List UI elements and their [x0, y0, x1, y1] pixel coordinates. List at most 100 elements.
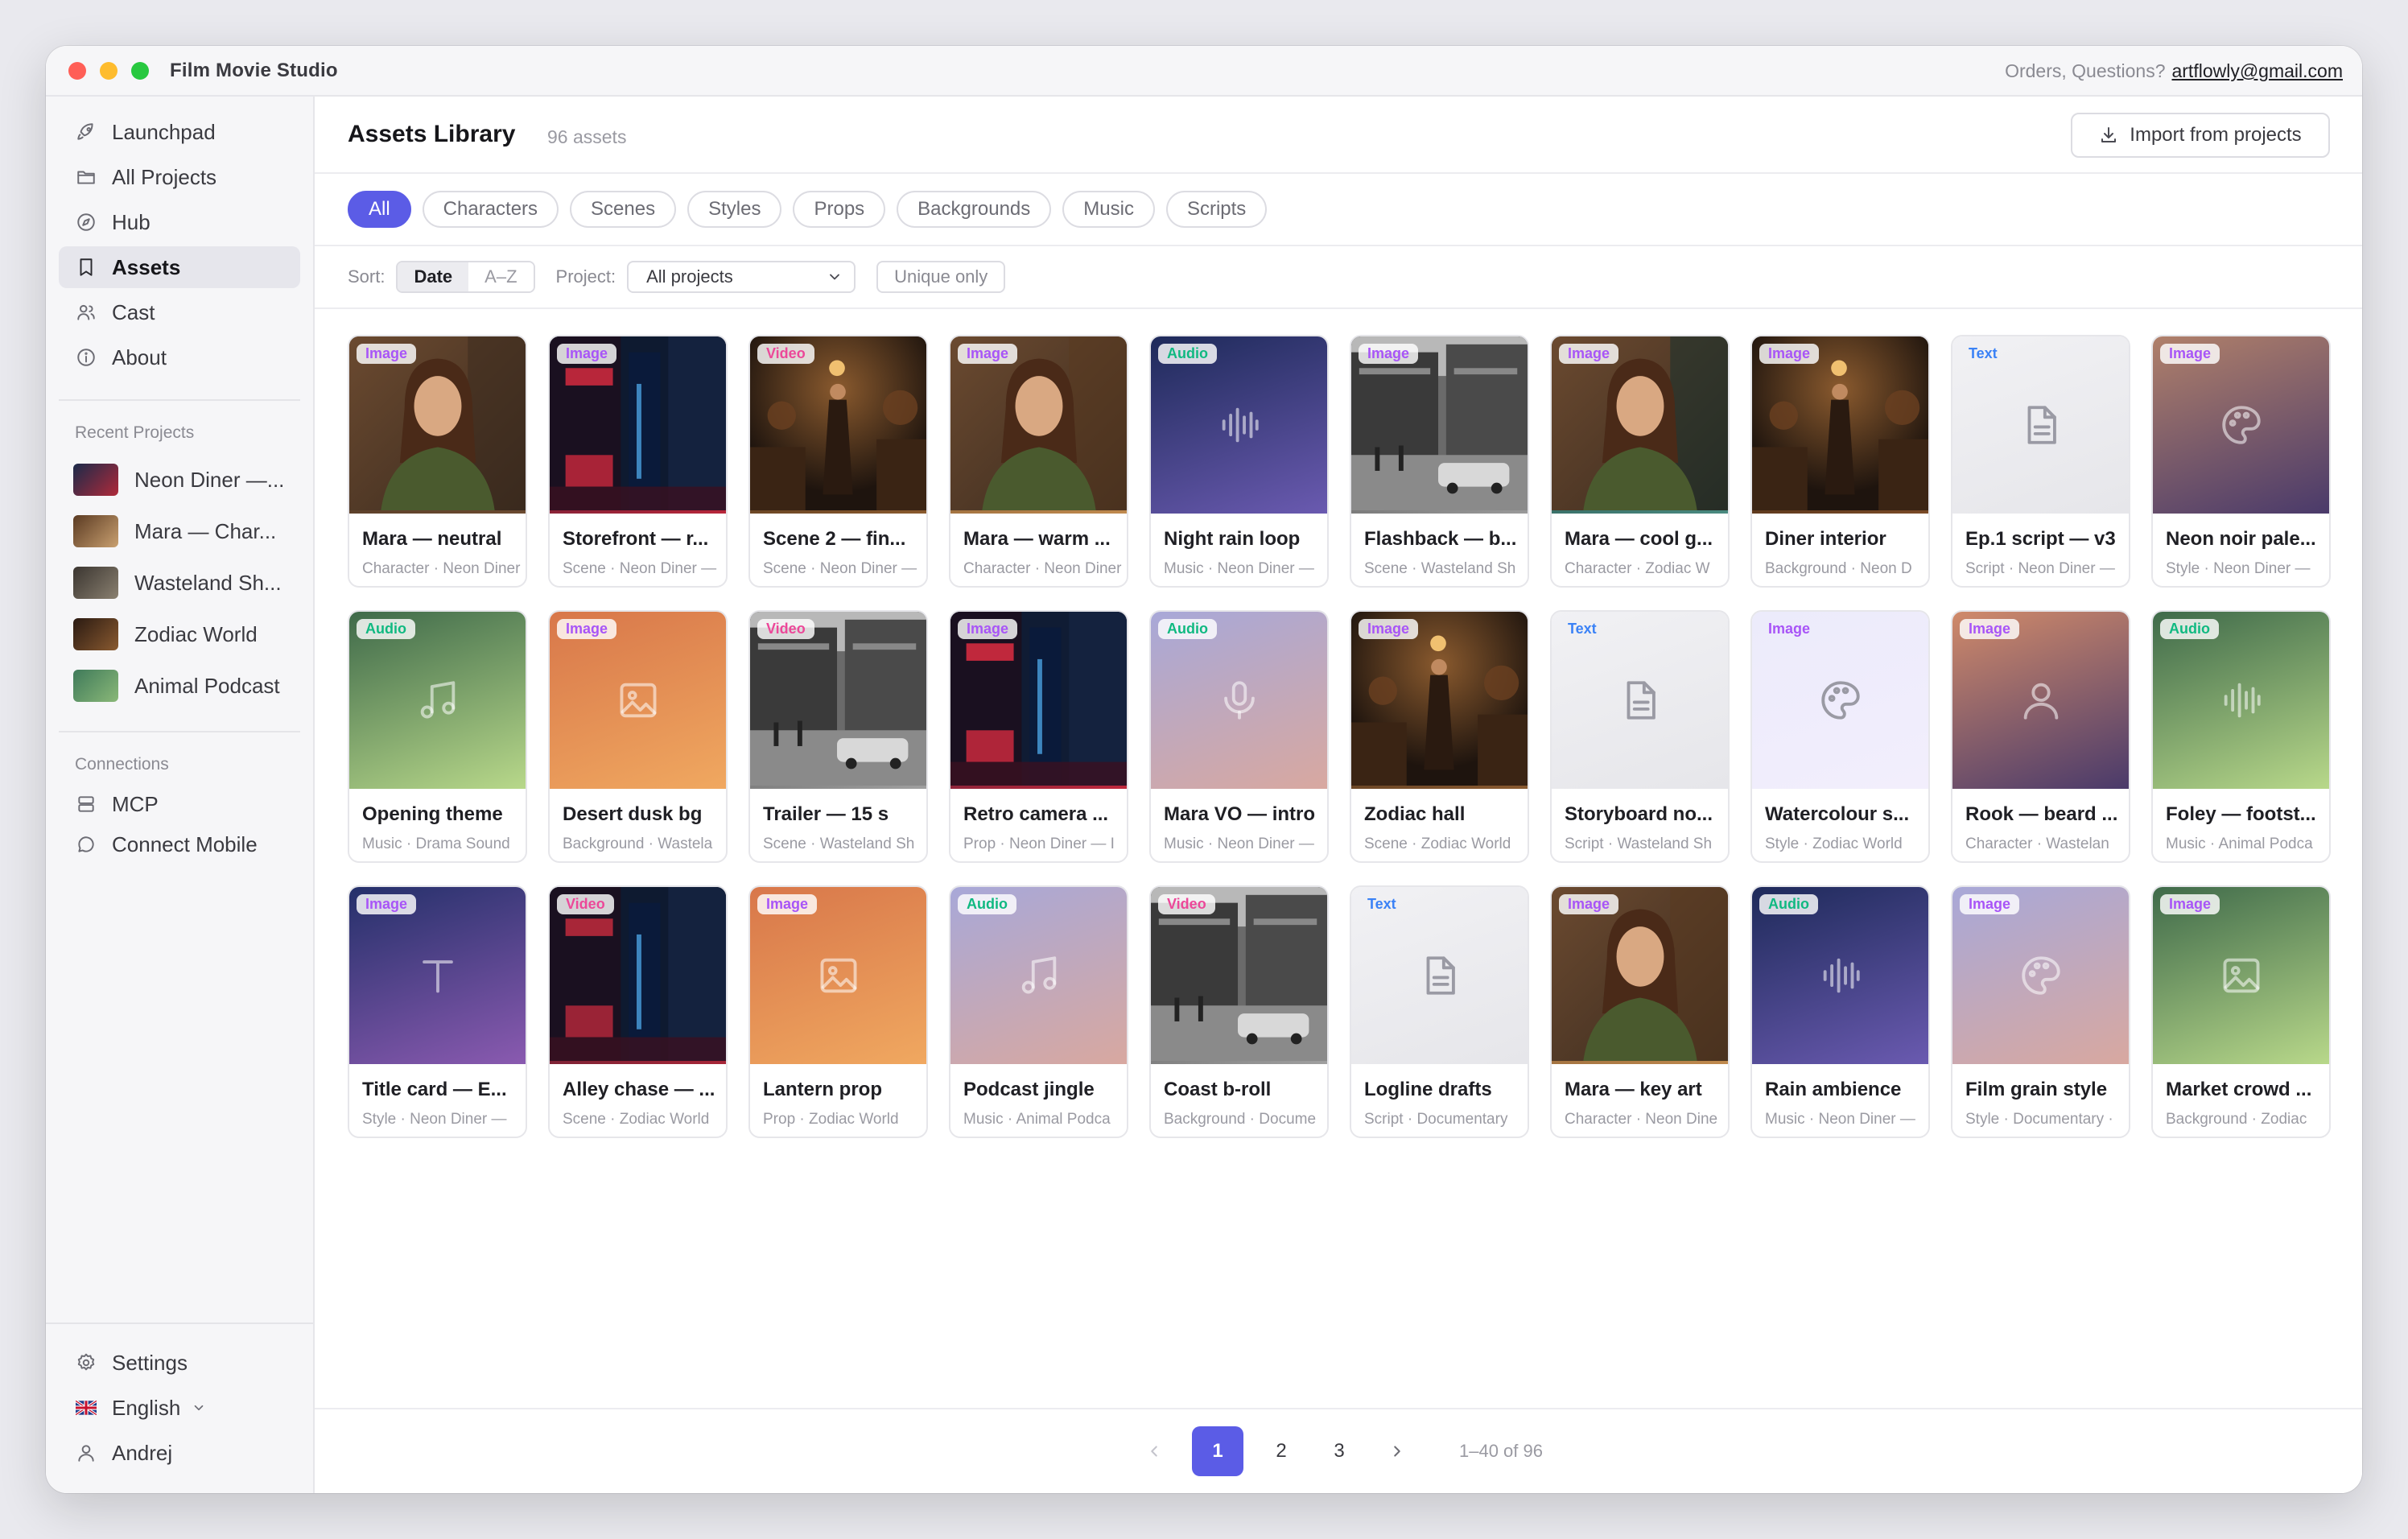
page-2-button[interactable]: 2	[1261, 1431, 1301, 1471]
asset-card[interactable]: Image Film grain style Style · Documentary…	[1951, 885, 2130, 1138]
asset-card[interactable]: Image Watercolour s... Style · Zodiac Worl…	[1750, 610, 1930, 863]
asset-card[interactable]: Video Trailer — 15 s Scene · Wasteland Sh	[748, 610, 928, 863]
sidebar-item-label: Hub	[112, 209, 150, 234]
asset-type-badge: Text	[1367, 896, 1396, 912]
recent-project-zodiac-world[interactable]: Zodiac World	[59, 609, 300, 660]
asset-type-badge: Text	[1969, 345, 1998, 361]
info-icon	[75, 346, 97, 369]
asset-card[interactable]: Image Mara — cool g... Character · Zodiac …	[1550, 335, 1730, 588]
sidebar-item-all-projects[interactable]: All Projects	[59, 156, 300, 198]
asset-card[interactable]: Audio Opening theme Music · Drama Sound	[348, 610, 527, 863]
asset-meta: Background · Docume	[1164, 1111, 1317, 1128]
asset-type-badge: Image	[757, 894, 818, 914]
asset-thumbnail: Audio	[1151, 612, 1327, 789]
zoom-window-button[interactable]	[131, 61, 149, 80]
asset-card[interactable]: Audio Night rain loop Music · Neon Diner —	[1149, 335, 1329, 588]
sidebar-item-cast[interactable]: Cast	[59, 291, 300, 333]
asset-meta: Music · Animal Podca	[2166, 836, 2313, 852]
asset-thumbnail: Video	[750, 336, 926, 514]
filter-styles[interactable]: Styles	[687, 191, 782, 228]
category-filter-bar: All Characters Scenes Styles Props Background…	[315, 174, 2362, 246]
unique-only-toggle[interactable]: Unique only	[876, 261, 1006, 293]
filter-all[interactable]: All	[348, 191, 411, 228]
asset-card[interactable]: Image Market crowd ... Background · Zodiac	[2151, 885, 2331, 1138]
sidebar-item-mcp[interactable]: MCP	[59, 786, 300, 823]
asset-title: Title card — E...	[362, 1079, 507, 1100]
asset-card[interactable]: Video Scene 2 — fin... Scene · Neon Diner …	[748, 335, 928, 588]
asset-card[interactable]: Audio Foley — footst... Music · Animal Pod…	[2151, 610, 2331, 863]
microphone-icon	[1216, 677, 1263, 724]
asset-card[interactable]: Image Mara — key art Character · Neon Dine	[1550, 885, 1730, 1138]
asset-card[interactable]: Video Coast b-roll Background · Docume	[1149, 885, 1329, 1138]
asset-card[interactable]: Image Retro camera ... Prop · Neon Diner —…	[949, 610, 1128, 863]
asset-card[interactable]: Text Storyboard no... Script · Wasteland S…	[1550, 610, 1730, 863]
filter-props[interactable]: Props	[793, 191, 886, 228]
sidebar-item-settings[interactable]: Settings	[59, 1342, 300, 1384]
asset-type-badge: Image	[1359, 619, 1419, 639]
asset-type-badge: Image	[1960, 619, 2020, 639]
asset-type-badge: Image	[557, 344, 617, 364]
recent-project-animal-podcast[interactable]: Animal Podcast	[59, 660, 300, 712]
sidebar-item-andrej[interactable]: Andrej	[59, 1432, 300, 1474]
next-page-button[interactable]	[1377, 1431, 1417, 1471]
chevron-right-icon	[1394, 1446, 1400, 1457]
close-window-button[interactable]	[68, 61, 86, 80]
filter-scripts[interactable]: Scripts	[1165, 191, 1268, 228]
filter-backgrounds[interactable]: Backgrounds	[897, 191, 1052, 228]
asset-card[interactable]: Image Neon noir pale... Style · Neon Diner…	[2151, 335, 2331, 588]
asset-thumbnail: Image	[2153, 887, 2329, 1064]
asset-card[interactable]: Text Ep.1 script — v3 Script · Neon Diner …	[1951, 335, 2130, 588]
asset-card[interactable]: Image Zodiac hall Scene · Zodiac World	[1350, 610, 1529, 863]
asset-card[interactable]: Image Title card — E... Style · Neon Diner…	[348, 885, 527, 1138]
sidebar-item-connect-mobile[interactable]: Connect Mobile	[59, 826, 300, 863]
asset-card[interactable]: Image Rook — beard ... Character · Wastela…	[1951, 610, 2130, 863]
asset-card[interactable]: Audio Rain ambience Music · Neon Diner —	[1750, 885, 1930, 1138]
asset-title: Lantern prop	[763, 1079, 882, 1100]
asset-card[interactable]: Image Diner interior Background · Neon D	[1750, 335, 1930, 588]
sidebar-item-hub[interactable]: Hub	[59, 201, 300, 243]
filter-characters[interactable]: Characters	[422, 191, 559, 228]
sidebar-item-assets[interactable]: Assets	[59, 246, 300, 288]
previous-page-button[interactable]	[1134, 1431, 1174, 1471]
asset-card[interactable]: Image Flashback — b... Scene · Wasteland S…	[1350, 335, 1529, 588]
sidebar-item-english[interactable]: English	[59, 1387, 300, 1429]
sort-az-option[interactable]: A–Z	[468, 262, 534, 291]
pagination: 123 1–40 of 96	[315, 1408, 2362, 1493]
page-3-button[interactable]: 3	[1319, 1431, 1359, 1471]
asset-card[interactable]: Audio Podcast jingle Music · Animal Podca	[949, 885, 1128, 1138]
main-panel: Assets Library 96 assets Import from pro…	[315, 97, 2362, 1493]
sidebar-item-about[interactable]: About	[59, 336, 300, 378]
asset-thumbnail: Image	[1952, 887, 2129, 1064]
sort-date-option[interactable]: Date	[398, 262, 469, 291]
recent-project-neon-diner[interactable]: Neon Diner —...	[59, 454, 300, 505]
contact-email-link[interactable]: artflowly@gmail.com	[2171, 60, 2343, 81]
recent-project-mara-char[interactable]: Mara — Char...	[59, 505, 300, 557]
asset-card[interactable]: Text Logline drafts Script · Documentary	[1350, 885, 1529, 1138]
filter-scenes[interactable]: Scenes	[570, 191, 677, 228]
asset-type-badge: Image	[1768, 621, 1811, 637]
asset-card[interactable]: Image Mara — neutral Character · Neon Dine…	[348, 335, 527, 588]
asset-thumbnail: Image	[550, 336, 726, 514]
asset-card[interactable]: Audio Mara VO — intro Music · Neon Diner —	[1149, 610, 1329, 863]
chevron-down-icon	[192, 1396, 206, 1421]
filter-music[interactable]: Music	[1062, 191, 1155, 228]
asset-card[interactable]: Image Desert dusk bg Background · Wastela	[548, 610, 728, 863]
asset-type-badge: Video	[557, 894, 614, 914]
asset-card[interactable]: Image Lantern prop Prop · Zodiac World	[748, 885, 928, 1138]
minimize-window-button[interactable]	[100, 61, 118, 80]
project-thumbnail	[73, 670, 118, 702]
import-from-projects-button[interactable]: Import from projects	[2071, 113, 2330, 158]
sidebar-item-launchpad[interactable]: Launchpad	[59, 111, 300, 153]
asset-title: Watercolour s...	[1765, 803, 1910, 825]
page-1-button[interactable]: 1	[1192, 1426, 1243, 1476]
asset-card[interactable]: Image Mara — warm ... Character · Neon Din…	[949, 335, 1128, 588]
recent-project-wasteland-sh[interactable]: Wasteland Sh...	[59, 557, 300, 609]
asset-card[interactable]: Video Alley chase — ... Scene · Zodiac Wor…	[548, 885, 728, 1138]
recent-project-label: Zodiac World	[134, 621, 258, 646]
asset-type-badge: Video	[757, 619, 814, 639]
folder-icon	[75, 166, 97, 188]
asset-card[interactable]: Image Storefront — r... Scene · Neon Diner…	[548, 335, 728, 588]
asset-title: Scene 2 — fin...	[763, 528, 906, 550]
image-icon	[815, 952, 862, 999]
project-select[interactable]: All projects	[627, 261, 856, 293]
